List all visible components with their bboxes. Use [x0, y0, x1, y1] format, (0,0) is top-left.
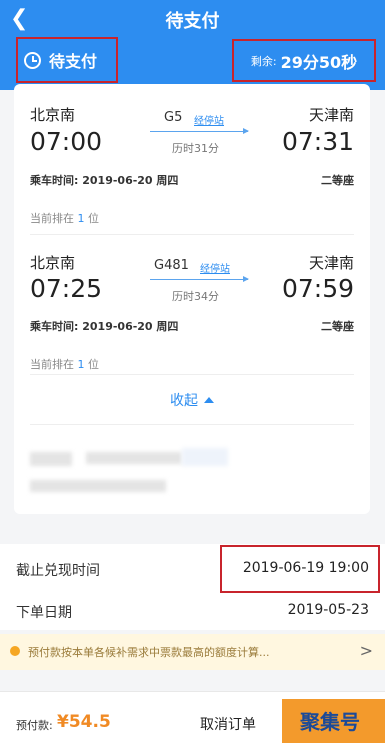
from-station: 北京南: [30, 254, 76, 272]
lightbulb-icon: [10, 646, 20, 656]
departure-time: 07:00: [30, 127, 103, 156]
order-date-row: 下单日期 2019-05-23: [0, 594, 385, 630]
notice-text: 预付款按本单各候补需求中票款最高的额度计算...: [28, 646, 270, 659]
stop-stations-link[interactable]: 经停站: [194, 112, 224, 127]
clock-icon: [24, 51, 41, 69]
route-arrow: [150, 128, 249, 134]
stop-stations-link[interactable]: 经停站: [200, 260, 230, 275]
header-bar: ❮ 待支付 待支付 剩余: 29分50秒: [0, 0, 385, 90]
triangle-up-icon: [204, 397, 214, 403]
train-segment: 北京南 天津南 07:25 07:59 G481 经停站 历时34分 乘车时间:…: [14, 234, 370, 384]
duration: 历时34分: [172, 290, 219, 303]
remain-value: 29分50秒: [280, 52, 358, 72]
seat-class: 二等座: [321, 174, 354, 187]
rank-suffix: 位: [88, 212, 99, 225]
blurred-passenger-name: [30, 452, 72, 466]
seat-class: 二等座: [321, 320, 354, 333]
route-arrow: [150, 276, 249, 282]
remaining-time: 剩余: 29分50秒: [232, 39, 376, 82]
cancel-order-button[interactable]: 取消订单: [200, 714, 256, 734]
status-badge: 待支付: [16, 37, 118, 83]
bottom-bar: 预付款: ¥54.5 取消订单 聚集号: [0, 691, 385, 751]
train-segment: 北京南 天津南 07:00 07:31 G5 经停站 历时31分 乘车时间: 2…: [14, 84, 370, 234]
blurred-passenger-id: [86, 452, 182, 464]
to-station: 天津南: [308, 254, 354, 272]
deadline-label: 截止兑现时间: [16, 563, 100, 579]
prepay-amount: ¥54.5: [57, 712, 111, 732]
train-number: G5: [164, 110, 183, 125]
order-date-label: 下单日期: [16, 605, 72, 621]
duration: 历时31分: [172, 142, 219, 155]
rank-prefix: 当前排在: [30, 358, 74, 371]
order-date-value: 2019-05-23: [287, 602, 369, 618]
queue-rank: 当前排在 1 位: [30, 210, 99, 226]
prepay-label: 预付款:: [16, 719, 53, 732]
blurred-tag: [182, 448, 228, 466]
from-station: 北京南: [30, 106, 76, 124]
rank-number: 1: [77, 212, 85, 225]
divider: [30, 374, 354, 375]
collapse-toggle[interactable]: 收起: [14, 390, 370, 410]
collapse-label: 收起: [170, 393, 198, 409]
page-title: 待支付: [165, 11, 220, 32]
ticket-card: 北京南 天津南 07:00 07:31 G5 经停站 历时31分 乘车时间: 2…: [14, 84, 370, 514]
queue-rank: 当前排在 1 位: [30, 356, 99, 372]
divider: [30, 424, 354, 425]
chevron-right-icon: >: [359, 641, 373, 660]
to-station: 天津南: [308, 106, 354, 124]
ride-date: 乘车时间: 2019-06-20 周四: [30, 320, 179, 333]
blurred-passenger-extra: [30, 480, 166, 492]
notice-bar[interactable]: 预付款按本单各候补需求中票款最高的额度计算... >: [0, 634, 385, 670]
train-number: G481: [154, 258, 189, 273]
arrival-time: 07:59: [281, 274, 354, 303]
remain-label: 剩余:: [250, 54, 277, 68]
departure-time: 07:25: [30, 274, 103, 303]
rank-prefix: 当前排在: [30, 212, 74, 225]
highlight-box: [220, 545, 380, 593]
arrival-time: 07:31: [281, 127, 354, 156]
watermark: 聚集号: [300, 710, 360, 734]
rank-suffix: 位: [88, 358, 99, 371]
rank-number: 1: [77, 358, 85, 371]
ride-date: 乘车时间: 2019-06-20 周四: [30, 174, 179, 187]
status-text: 待支付: [49, 52, 98, 71]
